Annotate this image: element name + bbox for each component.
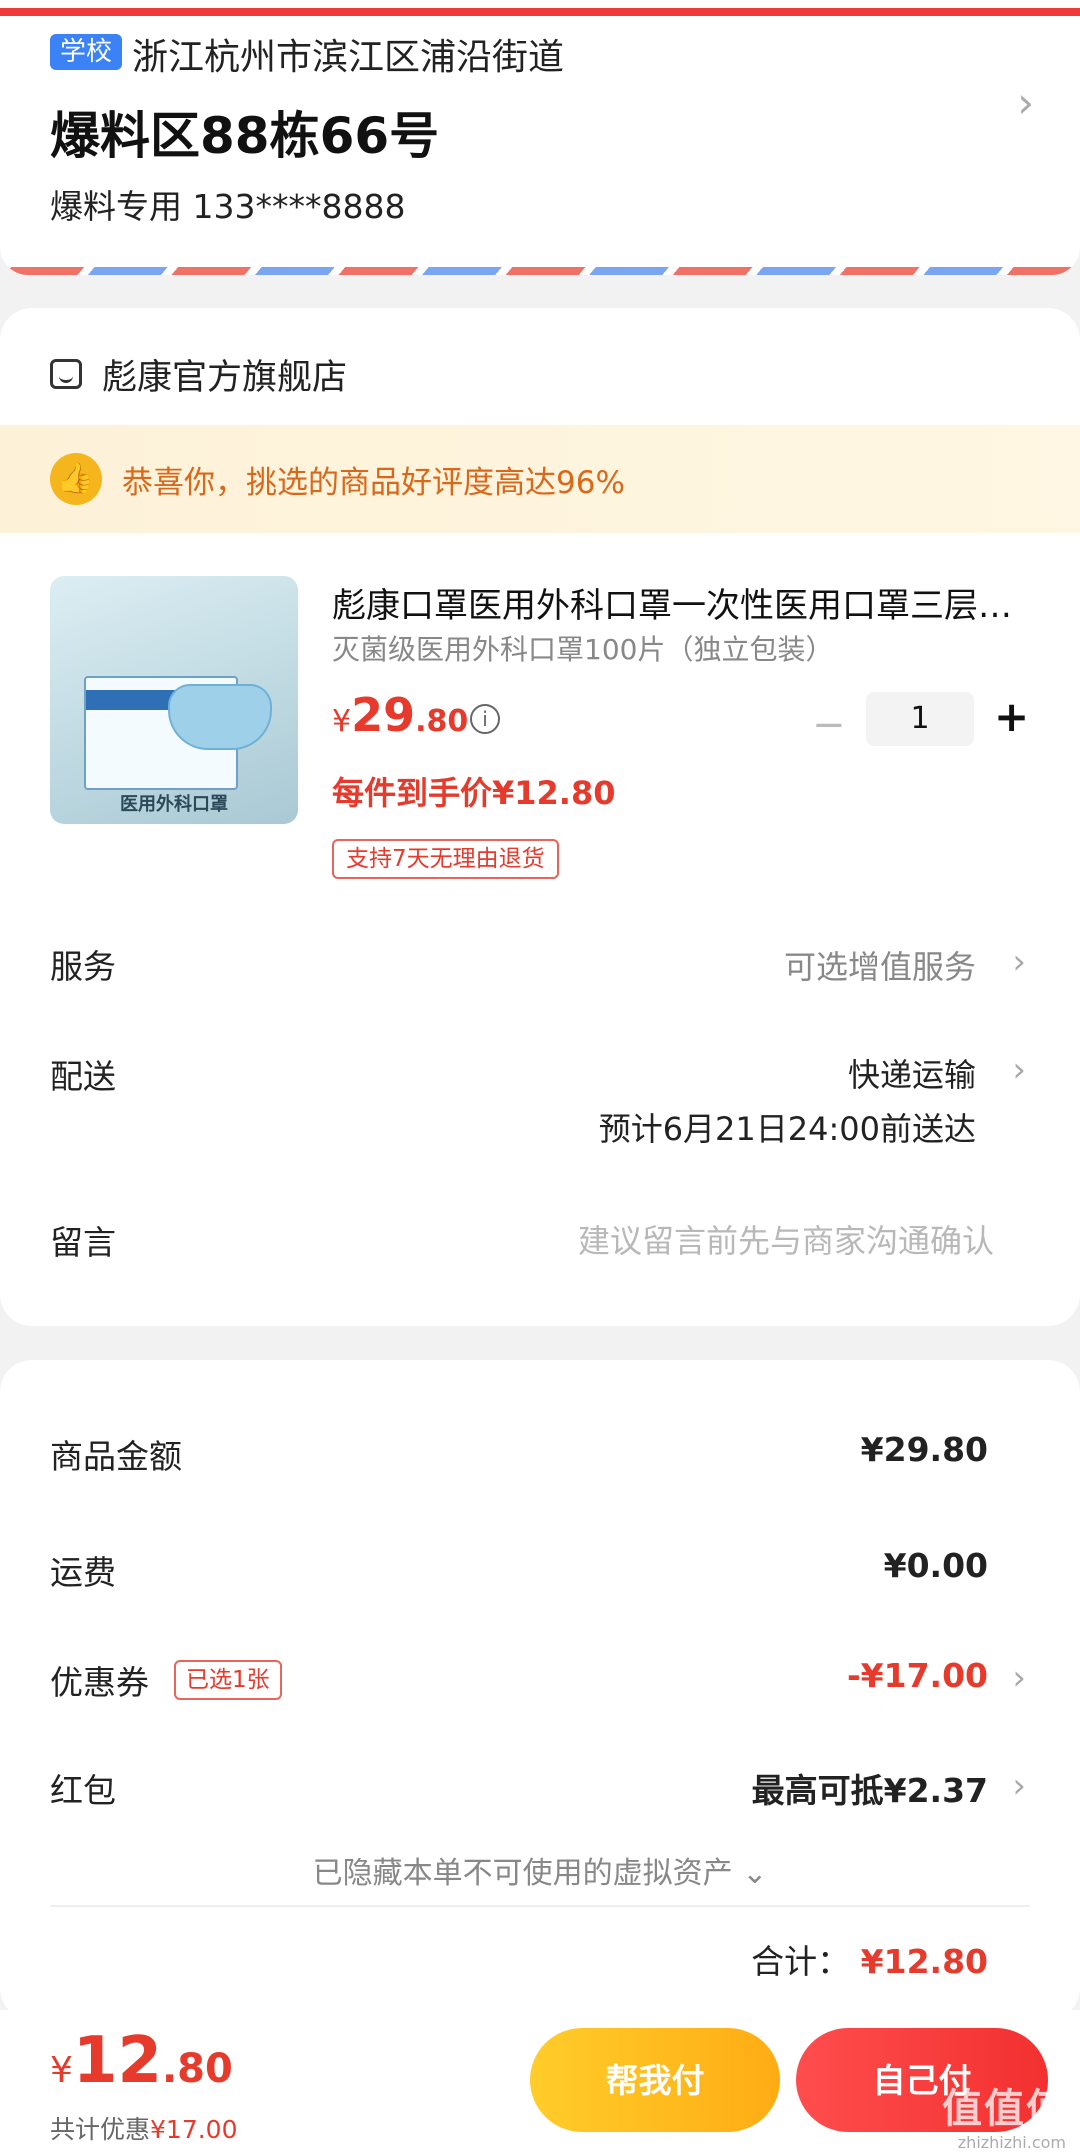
store-name: 彪康官方旗舰店 <box>102 357 348 398</box>
chevron-down-icon: ⌄ <box>742 1856 768 1891</box>
return-policy-badge: 支持7天无理由退货 <box>332 839 559 879</box>
total-value: ¥12.80 <box>860 1942 988 1981</box>
discount-value: ¥17.00 <box>150 2115 238 2144</box>
price-integer: 29 <box>351 688 416 742</box>
message-label: 留言 <box>50 1223 116 1262</box>
store-icon <box>50 359 82 389</box>
thumbs-up-icon: 👍 <box>50 453 102 505</box>
unit-price: 每件到手价¥12.80 <box>332 774 616 812</box>
goods-amount-value: ¥29.80 <box>860 1430 988 1469</box>
coupon-value[interactable]: -¥17.00 <box>847 1656 988 1695</box>
address-tag: 学校 <box>50 34 123 70</box>
redpacket-label: 红包 <box>50 1771 116 1810</box>
message-input[interactable]: 建议留言前先与商家沟通确认 <box>578 1216 994 1262</box>
checkout-price-symbol: ¥ <box>50 2050 73 2091</box>
quantity-increase-button[interactable]: + <box>994 692 1029 741</box>
store-header[interactable]: 彪康官方旗舰店 <box>50 346 347 402</box>
airmail-border <box>0 267 1080 275</box>
service-value[interactable]: 可选增值服务 <box>784 942 976 988</box>
discount-label: 共计优惠 <box>50 2115 151 2144</box>
price-decimal: .80 <box>415 704 469 739</box>
product-image-caption: 医用外科口罩 <box>120 794 228 815</box>
address-card[interactable]: 学校 浙江杭州市滨江区浦沿街道 爆料区88栋66号 爆料专用 133****88… <box>0 0 1080 275</box>
price-symbol: ¥ <box>332 704 352 739</box>
product-subtitle: 灭菌级医用外科口罩100片（独立包装） <box>332 633 834 666</box>
promo-banner: 👍 恭喜你，挑选的商品好评度高达96% <box>0 425 1080 533</box>
store-card: 彪康官方旗舰店 👍 恭喜你，挑选的商品好评度高达96% 医用外科口罩 彪康口罩医… <box>0 308 1080 1326</box>
service-label: 服务 <box>50 947 116 986</box>
summary-card: 商品金额 ¥29.80 运费 ¥0.00 优惠券 已选1张 -¥17.00 › … <box>0 1360 1080 2020</box>
delivery-value[interactable]: 快递运输 <box>848 1050 976 1096</box>
top-accent-stripe <box>0 8 1080 16</box>
chevron-right-icon: › <box>1012 1050 1026 1090</box>
divider <box>50 1905 1030 1907</box>
chevron-right-icon: › <box>1012 1658 1026 1698</box>
redpacket-value[interactable]: 最高可抵¥2.37 <box>752 1764 988 1812</box>
promo-text: 恭喜你，挑选的商品好评度高达96% <box>122 464 625 501</box>
coupon-label: 优惠券 <box>50 1663 149 1702</box>
order-total: 合计： ¥12.80 <box>751 1935 988 1983</box>
info-icon[interactable]: i <box>470 704 500 734</box>
product-price: ¥ 29 .80 <box>332 688 468 742</box>
address-region: 浙江杭州市滨江区浦沿街道 <box>132 37 565 78</box>
quantity-input[interactable]: 1 <box>866 692 974 746</box>
shipping-label: 运费 <box>50 1553 116 1592</box>
address-detail: 爆料区88栋66号 <box>50 107 440 165</box>
total-label: 合计： <box>751 1942 851 1981</box>
hidden-assets-toggle[interactable]: 已隐藏本单不可使用的虚拟资产 ⌄ <box>0 1848 1080 1892</box>
site-watermark: 值值值 <box>942 2086 1068 2132</box>
goods-amount-label: 商品金额 <box>50 1437 182 1476</box>
checkout-price: ¥ 12 .80 <box>50 2024 233 2098</box>
help-me-pay-button[interactable]: 帮我付 <box>530 2028 780 2132</box>
delivery-eta: 预计6月21日24:00前送达 <box>598 1110 976 1148</box>
chevron-right-icon: › <box>1012 942 1026 982</box>
delivery-label: 配送 <box>50 1057 116 1096</box>
product-mask-graphic <box>168 684 272 750</box>
product-title[interactable]: 彪康口罩医用外科口罩一次性医用口罩三层防护 <box>332 578 1032 627</box>
checkout-bar: ¥ 12 .80 共计优惠¥17.00 帮我付 自己付 值值值 zhizhizh… <box>0 2010 1080 2156</box>
chevron-right-icon: › <box>1017 78 1034 127</box>
checkout-price-integer: 12 <box>72 2024 162 2098</box>
chevron-right-icon: › <box>1012 1766 1026 1806</box>
product-image[interactable]: 医用外科口罩 <box>50 576 298 824</box>
site-watermark-url: zhizhizhi.com <box>957 2133 1066 2152</box>
checkout-discount: 共计优惠¥17.00 <box>50 2110 238 2146</box>
quantity-decrease-button[interactable]: − <box>812 702 846 748</box>
shipping-value: ¥0.00 <box>883 1546 988 1585</box>
address-contact: 爆料专用 133****8888 <box>50 187 406 226</box>
hidden-assets-text: 已隐藏本单不可使用的虚拟资产 <box>312 1856 733 1891</box>
coupon-selected-badge: 已选1张 <box>174 1660 282 1700</box>
checkout-price-decimal: .80 <box>161 2046 233 2092</box>
